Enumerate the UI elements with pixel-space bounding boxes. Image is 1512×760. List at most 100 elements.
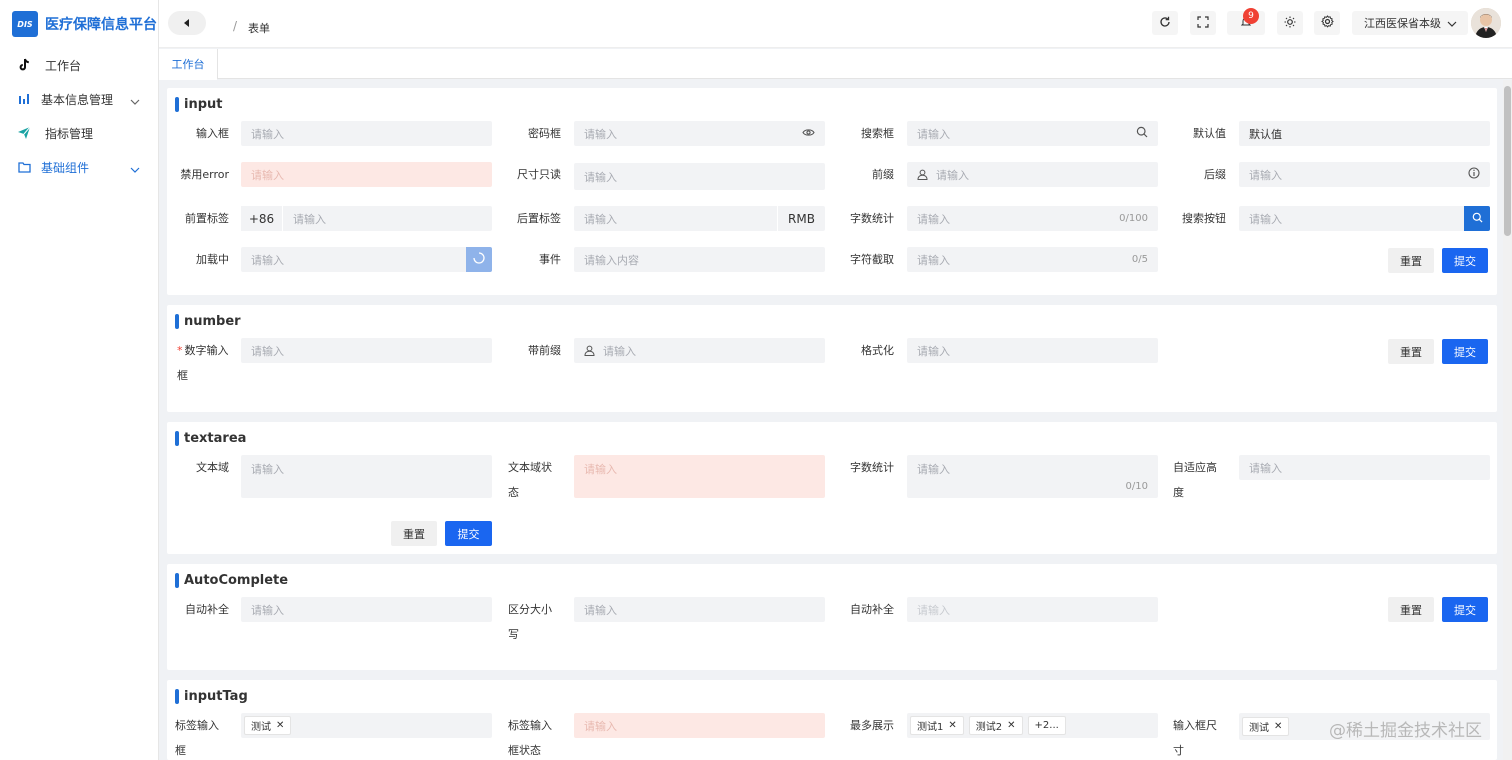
- org-selector[interactable]: 江西医保省本级: [1352, 11, 1468, 35]
- loading-spinner-icon: [473, 252, 485, 267]
- close-icon[interactable]: ✕: [276, 720, 284, 731]
- card-title: number: [175, 314, 241, 329]
- chevron-down-icon: [1447, 17, 1457, 30]
- loading-input[interactable]: 请输入: [241, 247, 492, 272]
- search-button[interactable]: [1464, 206, 1490, 231]
- tab-bar: 工作台: [159, 49, 1512, 80]
- loading-button[interactable]: [466, 247, 492, 272]
- readonly-size-input[interactable]: 请输入: [574, 163, 825, 190]
- formatted-number-input[interactable]: 请输入: [907, 338, 1158, 363]
- close-icon[interactable]: ✕: [948, 720, 956, 731]
- append-input[interactable]: 请输入 RMB: [574, 206, 825, 231]
- tag: 测试 ✕: [1242, 717, 1290, 736]
- reset-button[interactable]: 重置: [1388, 339, 1434, 364]
- title-accent-bar: [175, 689, 179, 704]
- required-mark: *: [177, 344, 183, 357]
- notification-button[interactable]: 9: [1227, 8, 1265, 35]
- submit-button[interactable]: 提交: [445, 521, 492, 546]
- scrollbar-thumb[interactable]: [1504, 86, 1511, 236]
- char-count: 0/100: [1119, 213, 1148, 224]
- disabled-error-input[interactable]: 请输入: [241, 162, 492, 187]
- password-input[interactable]: 请输入: [574, 121, 825, 146]
- text-input[interactable]: 请输入: [241, 121, 492, 146]
- sidebar-item-workbench[interactable]: 工作台: [0, 48, 158, 82]
- search-input[interactable]: 请输入: [907, 121, 1158, 146]
- tab-workbench[interactable]: 工作台: [159, 49, 218, 80]
- tag-status-input[interactable]: 请输入: [574, 713, 825, 738]
- breadcrumb-separator: /: [233, 19, 238, 33]
- avatar[interactable]: [1471, 8, 1501, 38]
- prefix-input[interactable]: 请输入: [907, 162, 1158, 187]
- settings-button[interactable]: [1314, 11, 1340, 35]
- sidebar-item-label: 指标管理: [45, 126, 94, 141]
- case-sensitive-input[interactable]: 请输入: [574, 597, 825, 622]
- reset-button[interactable]: 重置: [1388, 597, 1434, 622]
- sidebar-item-indicator[interactable]: 指标管理: [0, 116, 158, 150]
- org-name: 江西医保省本级: [1364, 17, 1441, 30]
- more-tags[interactable]: +2...: [1027, 716, 1066, 735]
- fullscreen-icon: [1197, 15, 1209, 31]
- reset-button[interactable]: 重置: [1388, 248, 1434, 273]
- prepend-input[interactable]: +86 请输入: [241, 206, 492, 231]
- textarea-status[interactable]: 请输入: [574, 455, 825, 498]
- textarea[interactable]: 请输入: [241, 455, 492, 498]
- breadcrumb[interactable]: 表单: [248, 20, 270, 36]
- search-button-input[interactable]: 请输入: [1239, 206, 1490, 231]
- theme-toggle-button[interactable]: [1277, 11, 1303, 35]
- card-number: number * 数字输入框 请输入 带前缀 请输入 格式化 请输入 重置 提交: [167, 305, 1497, 412]
- reset-button[interactable]: 重置: [391, 521, 437, 546]
- field-label: 后缀: [1204, 168, 1226, 181]
- suffix-input[interactable]: 请输入: [1239, 162, 1490, 187]
- append-label: RMB: [777, 206, 825, 231]
- char-count: 0/5: [1131, 254, 1148, 265]
- tag: 测试 ✕: [244, 716, 292, 735]
- sidebar-item-basic-info[interactable]: 基本信息管理: [0, 82, 158, 116]
- field-label: 输入框: [196, 127, 229, 140]
- field-label: 前缀: [872, 168, 894, 181]
- field-label: 事件: [539, 253, 561, 266]
- sidebar-item-label: 基本信息管理: [41, 92, 114, 107]
- autocomplete-input[interactable]: 请输入: [241, 597, 492, 622]
- bar-chart-icon: [17, 92, 31, 106]
- field-label: 自动补全: [185, 603, 229, 616]
- title-accent-bar: [175, 431, 179, 446]
- prefix-number-input[interactable]: 请输入: [574, 338, 825, 363]
- fullscreen-button[interactable]: [1190, 11, 1216, 35]
- word-count-input[interactable]: 请输入 0/100: [907, 206, 1158, 231]
- sidebar: DIS 医疗保障信息平台 工作台 基本信息管理 指标管理 基础组件: [0, 0, 159, 760]
- logo[interactable]: DIS 医疗保障信息平台: [0, 0, 158, 48]
- event-input[interactable]: 请输入内容: [574, 247, 825, 272]
- search-icon[interactable]: [1136, 126, 1148, 138]
- folder-icon: [17, 160, 31, 174]
- eye-icon[interactable]: [802, 126, 815, 139]
- field-label: 尺寸只读: [517, 168, 561, 181]
- tiktok-icon: [17, 58, 31, 72]
- tag-input[interactable]: 测试 ✕: [241, 713, 492, 738]
- card-title: inputTag: [175, 689, 248, 704]
- close-icon[interactable]: ✕: [1274, 721, 1282, 732]
- truncate-input[interactable]: 请输入 0/5: [907, 247, 1158, 272]
- collapse-sidebar-button[interactable]: [168, 11, 206, 35]
- chevron-down-icon: [130, 162, 140, 176]
- default-value-input[interactable]: 默认值: [1239, 121, 1490, 146]
- title-accent-bar: [175, 97, 179, 112]
- field-label: 自适应高度: [1173, 461, 1217, 499]
- scrollbar[interactable]: [1503, 80, 1512, 760]
- submit-button[interactable]: 提交: [1442, 248, 1488, 273]
- submit-button[interactable]: 提交: [1442, 597, 1488, 622]
- autocomplete-disabled-input[interactable]: 请输入: [907, 597, 1158, 622]
- search-icon: [1472, 212, 1483, 226]
- refresh-button[interactable]: [1152, 11, 1178, 35]
- sidebar-item-basic-components[interactable]: 基础组件: [0, 150, 158, 184]
- user-icon: [584, 345, 595, 356]
- max-tags-input[interactable]: 测试1 ✕ 测试2 ✕ +2...: [907, 713, 1158, 738]
- submit-button[interactable]: 提交: [1442, 339, 1488, 364]
- logo-mark: DIS: [12, 11, 38, 37]
- field-label: * 数字输入框: [177, 344, 229, 382]
- autosize-textarea[interactable]: 请输入: [1239, 455, 1490, 480]
- close-icon[interactable]: ✕: [1007, 720, 1015, 731]
- card-title: AutoComplete: [175, 573, 288, 588]
- number-input[interactable]: 请输入: [241, 338, 492, 363]
- textarea-count[interactable]: 请输入 0/10: [907, 455, 1158, 498]
- card-textarea: textarea 文本域 请输入 文本域状态 请输入 字数统计 请输入 0/10…: [167, 422, 1497, 554]
